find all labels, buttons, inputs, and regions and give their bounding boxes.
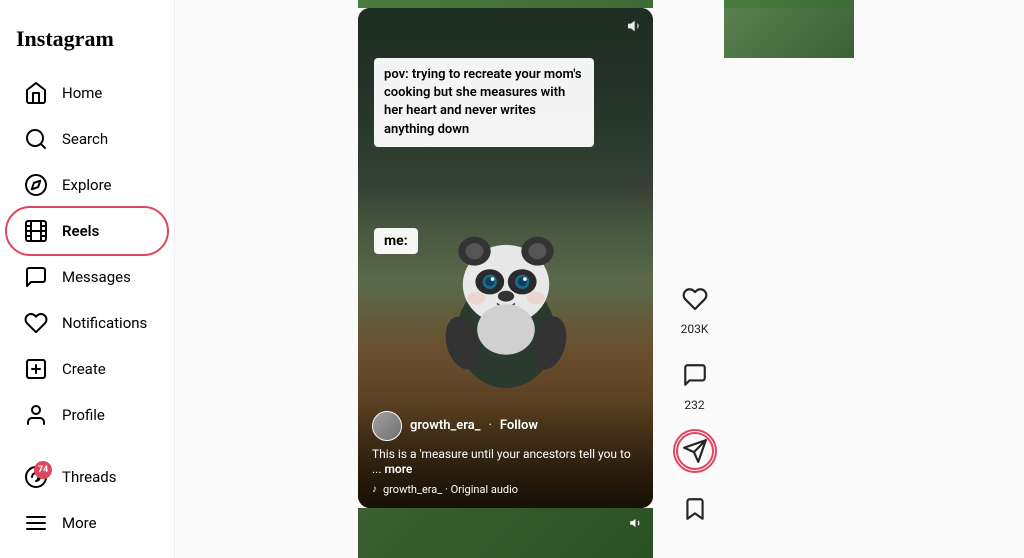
comment-count: 232 [684, 398, 704, 412]
home-icon [24, 81, 48, 105]
sidebar-item-profile[interactable]: Profile [8, 393, 166, 437]
sidebar-item-explore[interactable]: Explore [8, 163, 166, 207]
sidebar-item-create[interactable]: Create [8, 347, 166, 391]
reel-card-next [358, 508, 653, 558]
sidebar-item-label-notifications: Notifications [62, 314, 147, 332]
feed-container: pov: trying to recreate your mom's cooki… [346, 0, 666, 558]
sidebar-item-reels[interactable]: Reels [8, 209, 166, 253]
sidebar-item-label-threads: Threads [62, 468, 116, 486]
reel-overlay-bottom: growth_era_ · Follow This is a 'measure … [358, 399, 653, 508]
sidebar-item-more[interactable]: More [8, 501, 166, 545]
save-action[interactable] [676, 490, 714, 528]
audio-icon: ♪ [372, 484, 377, 495]
like-count: 203K [681, 322, 709, 336]
threads-badge: 74 [34, 461, 52, 479]
sidebar-item-label-reels: Reels [62, 222, 99, 240]
main-content: pov: trying to recreate your mom's cooki… [175, 0, 1024, 558]
sidebar-item-search[interactable]: Search [8, 117, 166, 161]
sidebar-item-label-messages: Messages [62, 268, 131, 286]
like-action[interactable]: 203K [676, 280, 714, 336]
explore-icon [24, 173, 48, 197]
reel-follow-button[interactable]: Follow [500, 418, 538, 433]
sidebar-item-label-search: Search [62, 130, 108, 148]
sidebar-item-label-more: More [62, 514, 97, 532]
reel-more-link[interactable]: more [384, 462, 412, 476]
sidebar-item-label-explore: Explore [62, 176, 112, 194]
next-reel-sound-icon[interactable] [629, 516, 643, 533]
sidebar-item-notifications[interactable]: Notifications [8, 301, 166, 345]
sidebar-item-threads[interactable]: 74 Threads [8, 455, 166, 499]
create-icon [24, 357, 48, 381]
avatar [372, 411, 402, 441]
more-action[interactable] [676, 548, 714, 558]
comment-button[interactable] [676, 356, 714, 394]
reel-dot: · [489, 418, 492, 433]
save-button[interactable] [676, 490, 714, 528]
comment-action[interactable]: 232 [676, 356, 714, 412]
reel-username[interactable]: growth_era_ [410, 418, 481, 433]
more-icon [24, 511, 48, 535]
reel-caption-mid: me: [374, 228, 418, 254]
feed-wrapper: pov: trying to recreate your mom's cooki… [346, 0, 854, 558]
reel-description: This is a 'measure until your ancestors … [372, 447, 639, 478]
reel-action-sidebar: 203K 232 [666, 280, 724, 558]
search-icon [24, 127, 48, 151]
share-action[interactable] [676, 432, 714, 470]
panda-character [426, 208, 586, 388]
app-logo[interactable]: Instagram [0, 12, 174, 70]
sidebar-nav: Home Search Explore [0, 70, 174, 546]
reels-icon [24, 219, 48, 243]
share-button[interactable] [676, 432, 714, 470]
notifications-icon [24, 311, 48, 335]
reel-audio-text: growth_era_ · Original audio [383, 483, 518, 496]
sidebar-item-home[interactable]: Home [8, 71, 166, 115]
right-area [724, 0, 854, 58]
threads-icon: 74 [24, 465, 48, 489]
more-button[interactable] [676, 548, 714, 558]
reel-caption-top: pov: trying to recreate your mom's cooki… [374, 58, 594, 147]
sidebar-item-label-home: Home [62, 84, 102, 102]
feed-area: pov: trying to recreate your mom's cooki… [175, 0, 1024, 558]
right-thumbnail [724, 8, 854, 58]
reel-top-partial [358, 0, 653, 8]
profile-icon [24, 403, 48, 427]
like-button[interactable] [676, 280, 714, 318]
right-top-bar [724, 0, 854, 8]
sound-icon[interactable] [627, 18, 643, 38]
sidebar-item-messages[interactable]: Messages [8, 255, 166, 299]
sidebar-item-label-profile: Profile [62, 406, 105, 424]
sidebar: Instagram Home Search [0, 0, 175, 558]
sidebar-item-label-create: Create [62, 360, 106, 378]
reel-audio-row: ♪ growth_era_ · Original audio [372, 483, 639, 496]
reel-user-row: growth_era_ · Follow [372, 411, 639, 441]
messages-icon [24, 265, 48, 289]
reel-video-bg: pov: trying to recreate your mom's cooki… [358, 8, 653, 508]
reel-card-main: pov: trying to recreate your mom's cooki… [358, 8, 653, 508]
